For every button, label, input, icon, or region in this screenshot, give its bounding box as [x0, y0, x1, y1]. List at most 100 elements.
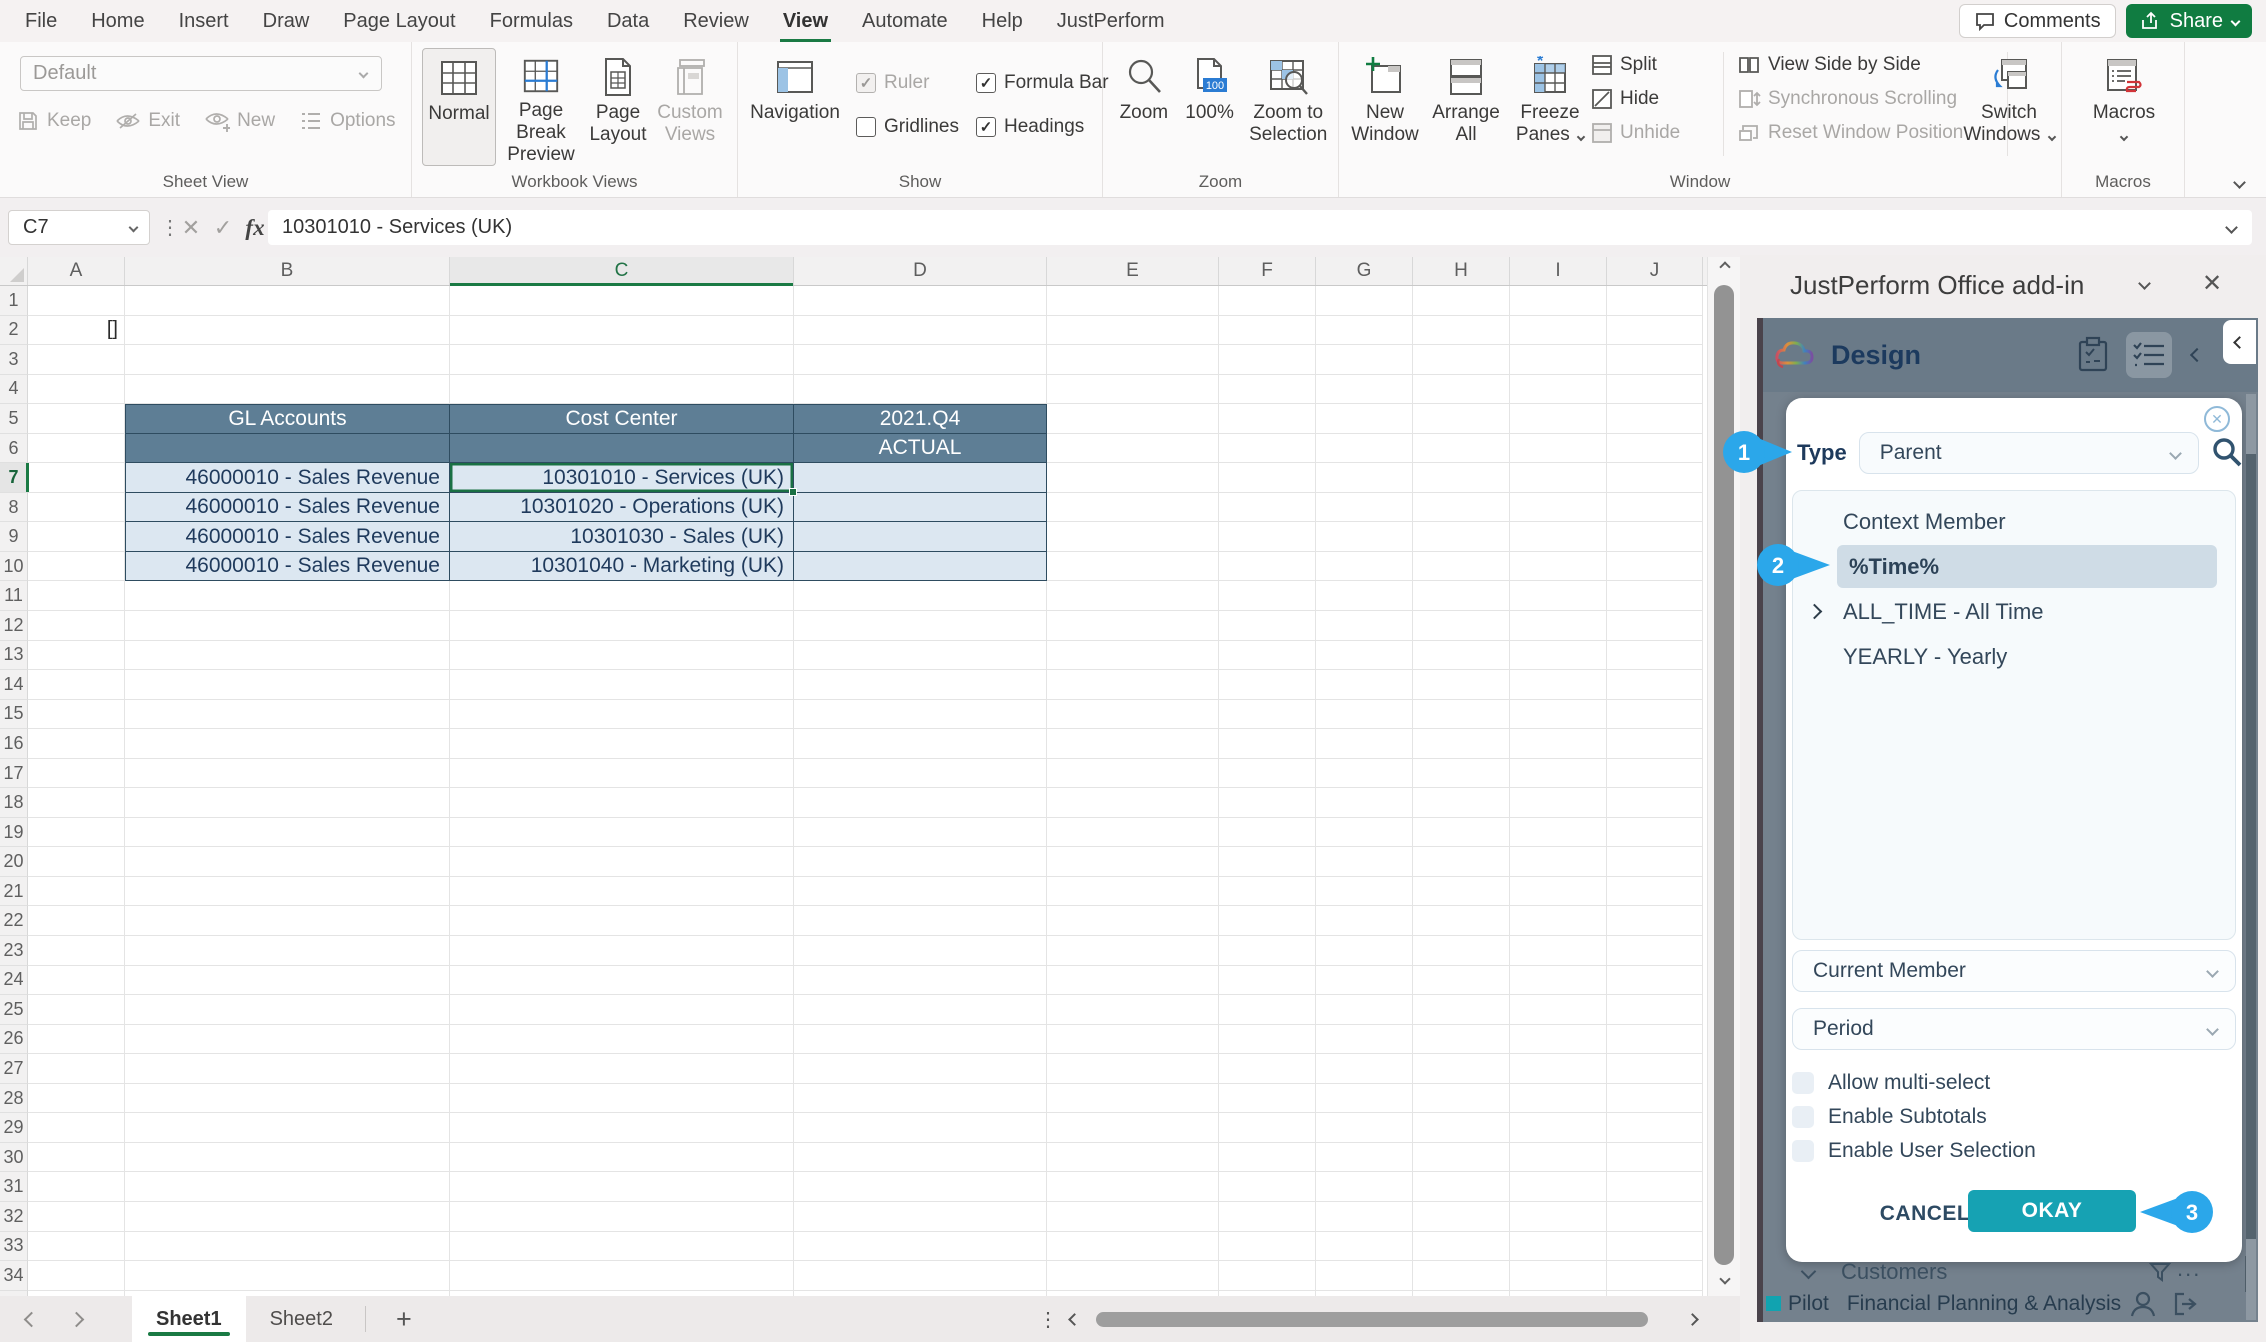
- cell-D15[interactable]: [794, 700, 1047, 730]
- cell-G27[interactable]: [1316, 1054, 1413, 1084]
- cell-J8[interactable]: [1607, 493, 1703, 523]
- cell-F18[interactable]: [1219, 788, 1316, 818]
- cell-I16[interactable]: [1510, 729, 1607, 759]
- row-header-9[interactable]: 9: [0, 522, 28, 552]
- row-header-34[interactable]: 34: [0, 1261, 28, 1291]
- option-checkbox[interactable]: [1792, 1072, 1814, 1094]
- cell-C3[interactable]: [450, 345, 794, 375]
- cell-G13[interactable]: [1316, 641, 1413, 671]
- cell-I7[interactable]: [1510, 463, 1607, 493]
- row-header-2[interactable]: 2: [0, 316, 28, 346]
- cell-D18[interactable]: [794, 788, 1047, 818]
- cell-J3[interactable]: [1607, 345, 1703, 375]
- cell-I22[interactable]: [1510, 906, 1607, 936]
- column-header-I[interactable]: I: [1510, 257, 1607, 285]
- cell-J24[interactable]: [1607, 966, 1703, 996]
- horizontal-scrollbar-thumb[interactable]: [1096, 1312, 1648, 1327]
- clipboard-icon[interactable]: [2076, 336, 2110, 374]
- sheet-view-combo[interactable]: Default: [20, 56, 382, 91]
- row-header-3[interactable]: 3: [0, 345, 28, 375]
- checkbox-box[interactable]: ✓: [856, 73, 876, 93]
- cell-H23[interactable]: [1413, 936, 1510, 966]
- row-header-15[interactable]: 15: [0, 700, 28, 730]
- cell-F10[interactable]: [1219, 552, 1316, 582]
- option-allow-multi-select[interactable]: Allow multi-select: [1792, 1066, 2232, 1100]
- custom-views-button[interactable]: Custom Views: [654, 48, 726, 166]
- cell-E9[interactable]: [1047, 522, 1219, 552]
- cell-D28[interactable]: [794, 1084, 1047, 1114]
- row-header-31[interactable]: 31: [0, 1172, 28, 1202]
- cell-G16[interactable]: [1316, 729, 1413, 759]
- cell-A12[interactable]: [28, 611, 125, 641]
- cell-A8[interactable]: [28, 493, 125, 523]
- cell-C9[interactable]: 10301030 - Sales (UK): [450, 522, 794, 552]
- cell-F29[interactable]: [1219, 1113, 1316, 1143]
- cell-F4[interactable]: [1219, 375, 1316, 405]
- row-header-20[interactable]: 20: [0, 847, 28, 877]
- menu-tab-help[interactable]: Help: [965, 0, 1040, 42]
- cell-C7[interactable]: 10301010 - Services (UK): [450, 463, 794, 493]
- checkbox-formula-bar[interactable]: ✓Formula Bar: [976, 68, 1109, 98]
- insert-function-icon[interactable]: fx: [240, 210, 270, 245]
- cell-G24[interactable]: [1316, 966, 1413, 996]
- cell-G22[interactable]: [1316, 906, 1413, 936]
- cell-G14[interactable]: [1316, 670, 1413, 700]
- cell-E12[interactable]: [1047, 611, 1219, 641]
- cell-F23[interactable]: [1219, 936, 1316, 966]
- row-header-29[interactable]: 29: [0, 1113, 28, 1143]
- confirm-entry-icon[interactable]: ✓: [208, 210, 238, 245]
- cell-G9[interactable]: [1316, 522, 1413, 552]
- cell-D1[interactable]: [794, 286, 1047, 316]
- cell-C8[interactable]: 10301020 - Operations (UK): [450, 493, 794, 523]
- cell-A6[interactable]: [28, 434, 125, 464]
- cell-I33[interactable]: [1510, 1232, 1607, 1262]
- cell-D9[interactable]: [794, 522, 1047, 552]
- cell-F2[interactable]: [1219, 316, 1316, 346]
- member-item-context-member[interactable]: Context Member: [1793, 499, 2235, 544]
- row-header-7[interactable]: 7: [0, 463, 28, 493]
- cell-C34[interactable]: [450, 1261, 794, 1291]
- cell-B25[interactable]: [125, 995, 450, 1025]
- cell-H11[interactable]: [1413, 581, 1510, 611]
- checkbox-gridlines[interactable]: Gridlines: [856, 112, 959, 142]
- cell-E23[interactable]: [1047, 936, 1219, 966]
- cell-B28[interactable]: [125, 1084, 450, 1114]
- cell-G8[interactable]: [1316, 493, 1413, 523]
- cell-D4[interactable]: [794, 375, 1047, 405]
- cell-F21[interactable]: [1219, 877, 1316, 907]
- cell-J17[interactable]: [1607, 759, 1703, 789]
- add-sheet-button[interactable]: +: [396, 1304, 412, 1335]
- cell-C2[interactable]: [450, 316, 794, 346]
- scroll-down-icon[interactable]: [1708, 1275, 1741, 1283]
- cell-J21[interactable]: [1607, 877, 1703, 907]
- cell-A31[interactable]: [28, 1172, 125, 1202]
- cell-B6[interactable]: [125, 434, 450, 464]
- dialog-close-icon[interactable]: ✕: [2204, 406, 2230, 432]
- period-dropdown[interactable]: Period: [1792, 1008, 2236, 1050]
- cell-E33[interactable]: [1047, 1232, 1219, 1262]
- cell-E16[interactable]: [1047, 729, 1219, 759]
- cell-G10[interactable]: [1316, 552, 1413, 582]
- cell-G23[interactable]: [1316, 936, 1413, 966]
- cell-F13[interactable]: [1219, 641, 1316, 671]
- cell-G25[interactable]: [1316, 995, 1413, 1025]
- cell-D22[interactable]: [794, 906, 1047, 936]
- pane-collapse-icon[interactable]: [2138, 277, 2151, 290]
- unhide-button[interactable]: Unhide: [1591, 118, 1680, 148]
- column-header-G[interactable]: G: [1316, 257, 1413, 285]
- cell-G21[interactable]: [1316, 877, 1413, 907]
- cell-A11[interactable]: [28, 581, 125, 611]
- cell-J31[interactable]: [1607, 1172, 1703, 1202]
- row-header-14[interactable]: 14: [0, 670, 28, 700]
- cell-E3[interactable]: [1047, 345, 1219, 375]
- user-icon[interactable]: [2128, 1289, 2158, 1319]
- share-dropdown-icon[interactable]: [2231, 16, 2241, 26]
- exit-button[interactable]: Exit: [115, 106, 180, 136]
- cell-A13[interactable]: [28, 641, 125, 671]
- cell-F30[interactable]: [1219, 1143, 1316, 1173]
- cell-A30[interactable]: [28, 1143, 125, 1173]
- cell-G3[interactable]: [1316, 345, 1413, 375]
- cell-F32[interactable]: [1219, 1202, 1316, 1232]
- cell-F15[interactable]: [1219, 700, 1316, 730]
- checkbox-box[interactable]: ✓: [976, 73, 996, 93]
